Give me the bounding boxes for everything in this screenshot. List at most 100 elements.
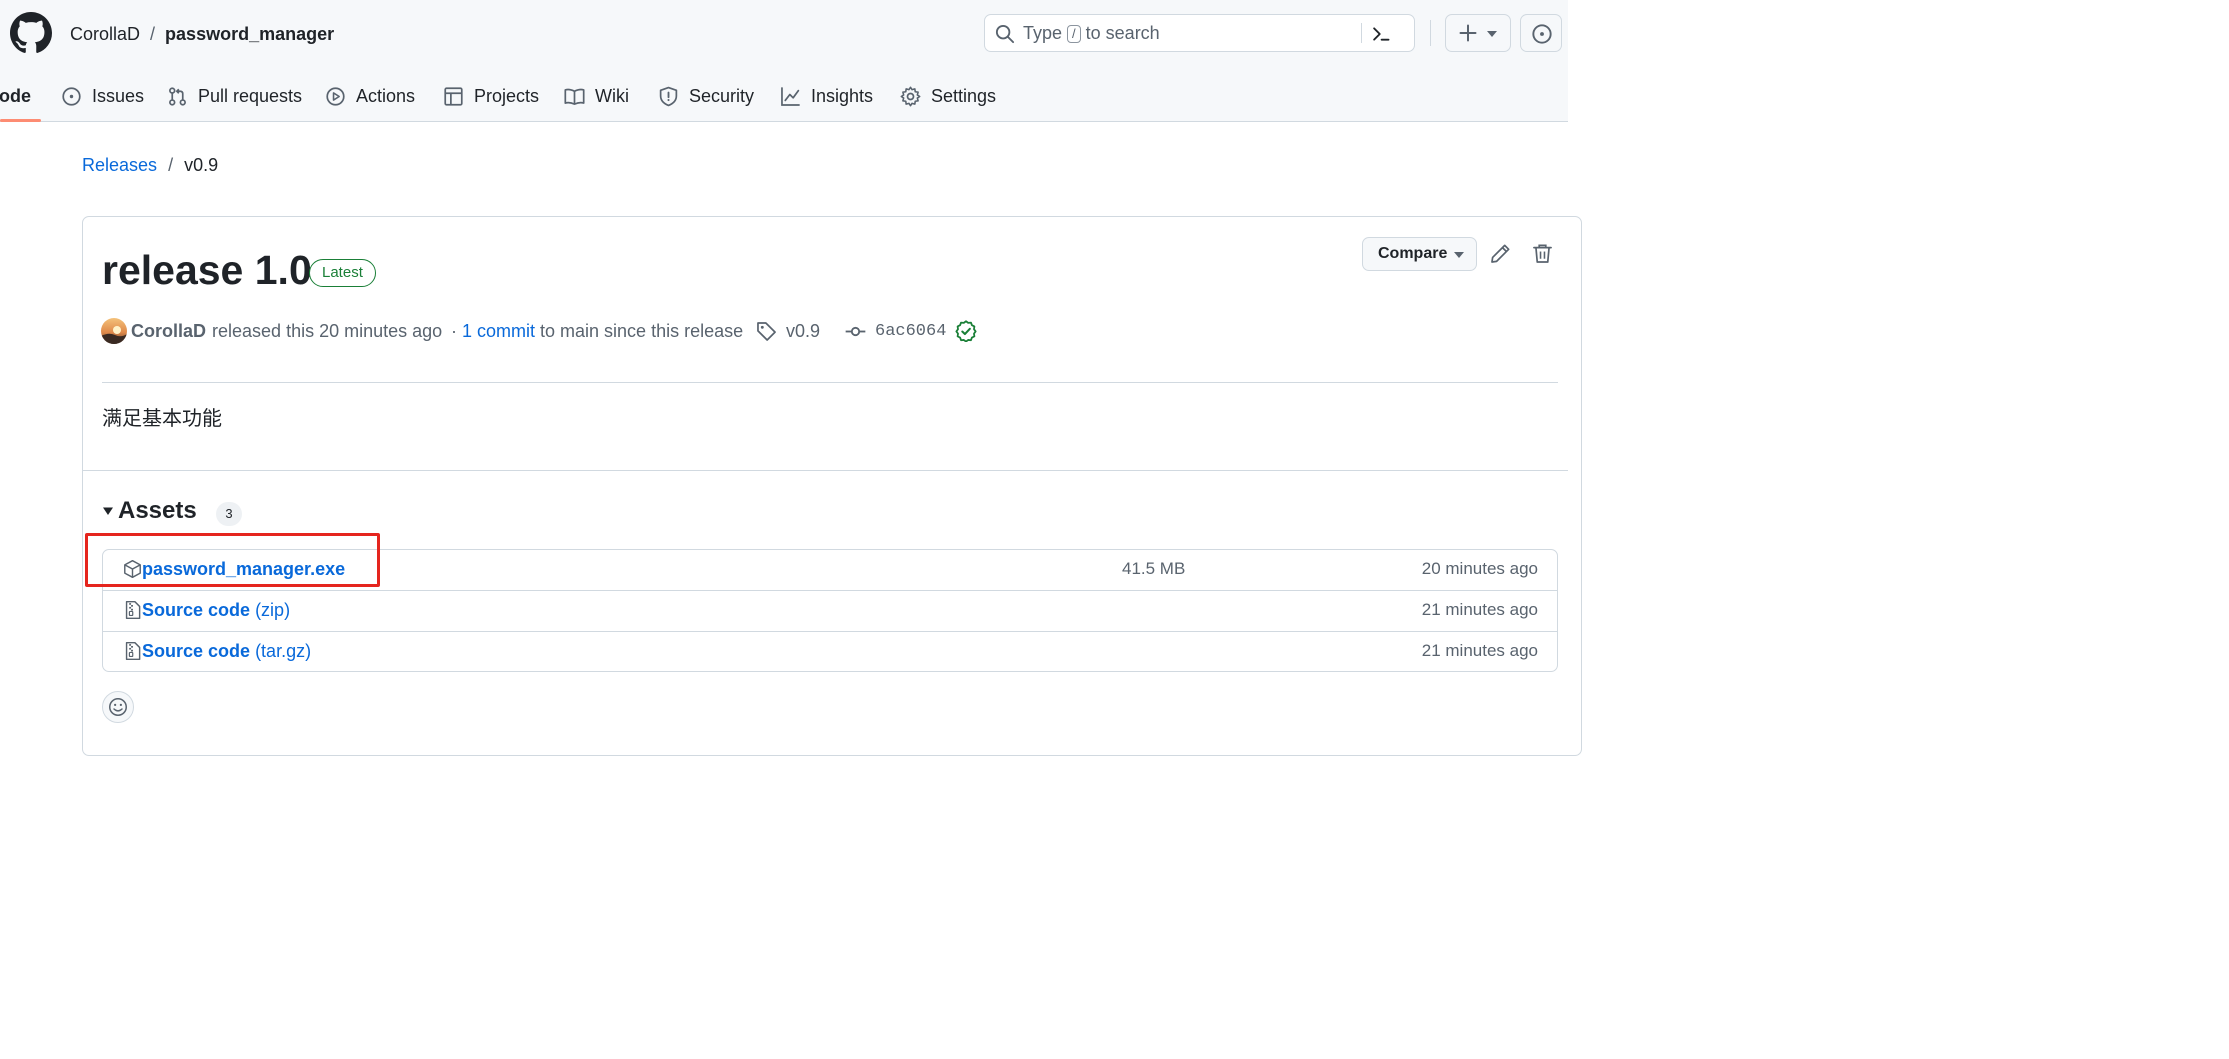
release-breadcrumb: Releases / v0.9 [82,154,218,176]
repo-header: CorollaD / password_manager Type / to se… [0,0,1568,122]
tab-issues[interactable]: Issues [61,70,144,122]
asset-extension: (zip) [255,600,291,620]
commit-sha: 6ac6064 [875,321,947,341]
commits-since-release: · 1 commit to main since this release [451,318,743,344]
graph-icon [781,86,800,106]
github-mark-icon[interactable] [10,12,52,54]
asset-name: Source code [142,600,251,620]
tab-wiki-label: Wiki [595,85,629,106]
tag-label: v0.9 [786,320,821,341]
avatar-image [101,318,127,344]
asset-extension: (tar.gz) [255,641,312,661]
search-placeholder: Type / to search [1023,23,1160,44]
caret-down-icon [1454,252,1464,258]
caret-down-icon [1487,31,1497,37]
create-new-button[interactable] [1445,14,1511,52]
commits-suffix: to main since this release [540,320,744,341]
tab-wiki[interactable]: Wiki [564,70,629,122]
play-icon [326,86,345,106]
tab-projects-label: Projects [474,85,540,106]
trash-icon[interactable] [1532,243,1553,264]
repo-link[interactable]: password_manager [165,22,334,46]
shield-icon [659,86,678,106]
release-title: release 1.0 [102,247,312,293]
repo-breadcrumb: CorollaD / password_manager [70,22,334,46]
asset-time: 21 minutes ago [1421,641,1538,660]
divider [83,470,1568,471]
smiley-icon [109,698,127,716]
release-meta: CorollaD released this 20 minutes ago [131,318,442,344]
search-shortcut-key: / [1067,24,1081,43]
breadcrumb-current: v0.9 [184,155,219,175]
check-circle-icon[interactable] [955,320,977,342]
breadcrumb-separator: / [168,155,174,175]
tab-pull-requests[interactable]: Pull requests [167,70,302,122]
search-placeholder-suffix: to search [1085,23,1160,43]
table-icon [444,86,463,106]
latest-badge: Latest [309,259,376,287]
tag-icon [757,321,776,341]
header-divider [1430,20,1431,46]
avatar[interactable] [101,318,127,344]
issue-opened-icon [62,86,81,106]
released-text: released this 20 minutes ago [212,320,443,341]
tab-code[interactable]: Code [0,70,31,122]
git-commit-icon [845,326,866,336]
owner-link[interactable]: CorollaD [70,22,140,46]
tab-insights-label: Insights [811,85,874,106]
command-palette-icon[interactable] [1371,24,1391,44]
tab-actions[interactable]: Actions [325,70,415,122]
search-divider [1361,23,1362,43]
release-commit[interactable]: 6ac6064 [845,318,977,344]
asset-row: Source code (tar.gz) 21 minutes ago [103,631,1557,671]
file-zip-icon [125,600,141,620]
asset-name: Source code [142,641,251,661]
divider [102,382,1558,383]
highlight-annotation-box [85,533,380,587]
plus-icon [1459,24,1477,42]
asset-row: Source code (zip) 21 minutes ago [103,590,1557,630]
breadcrumb-separator: / [150,24,156,44]
commits-dot: · [451,320,457,341]
compare-button[interactable]: Compare [1362,237,1477,271]
active-tab-indicator [0,119,41,122]
commits-link[interactable]: 1 commit [462,321,535,342]
assets-toggle[interactable]: Assets [102,497,197,525]
search-input[interactable]: Type / to search [984,14,1415,52]
author-link[interactable]: CorollaD [131,321,206,342]
tab-code-label: Code [0,85,31,106]
assets-heading: Assets [118,497,197,524]
compare-button-label: Compare [1378,245,1448,262]
tab-security-label: Security [689,85,755,106]
assets-count-badge: 3 [216,502,242,526]
search-icon [995,24,1015,44]
tab-insights[interactable]: Insights [780,70,873,122]
tab-settings-label: Settings [931,85,997,106]
issue-opened-icon [1532,24,1552,44]
your-issues-button[interactable] [1520,14,1562,52]
tab-settings[interactable]: Settings [900,70,996,122]
release-tag[interactable]: v0.9 [756,318,820,344]
asset-download-link[interactable]: Source code (tar.gz) [142,640,311,662]
repo-tabs: Code Issues Pull requests [0,70,1568,122]
add-reaction-button[interactable] [102,691,134,723]
file-zip-icon [125,641,141,661]
release-notes: 满足基本功能 [102,406,222,430]
tab-issues-label: Issues [92,85,145,106]
tab-pull-requests-label: Pull requests [198,85,303,106]
tab-security[interactable]: Security [658,70,754,122]
book-icon [564,88,585,105]
pencil-icon[interactable] [1490,243,1511,264]
asset-download-link[interactable]: Source code (zip) [142,599,290,621]
tab-projects[interactable]: Projects [443,70,539,122]
git-pull-request-icon [169,86,186,106]
triangle-down-icon [103,507,113,515]
asset-time: 21 minutes ago [1421,600,1538,619]
tab-actions-label: Actions [356,85,416,106]
releases-link[interactable]: Releases [82,155,157,175]
release-card [82,216,1582,756]
asset-time: 20 minutes ago [1421,559,1538,578]
search-placeholder-prefix: Type [1023,23,1063,43]
gear-icon [900,86,921,106]
asset-size: 41.5 MB [1122,559,1186,578]
